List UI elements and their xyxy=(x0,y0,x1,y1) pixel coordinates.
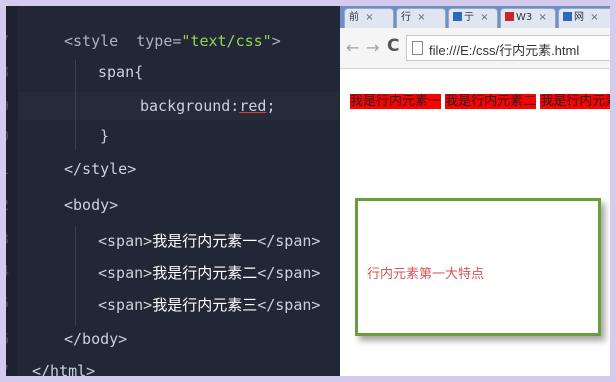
reload-icon[interactable]: C xyxy=(387,36,399,56)
code-line-selector: span{ xyxy=(98,63,144,81)
code-line-declaration: background:red; xyxy=(140,97,275,115)
semicolon-token: ; xyxy=(266,97,276,115)
indent-guide xyxy=(75,226,76,326)
tag-token: <span> xyxy=(98,264,153,282)
inline-span: 我是行内元素二 xyxy=(445,94,537,109)
tab-label: 行 xyxy=(401,12,415,23)
line-number: 0 xyxy=(0,127,10,145)
tag-token: <span> xyxy=(98,232,153,250)
annotation-text: 行内元素第一大特点 xyxy=(367,267,485,282)
address-toolbar: ← → C file:///E:/css/行内元素.html xyxy=(340,28,616,69)
browser-tab[interactable]: 行 × xyxy=(396,8,446,28)
close-icon[interactable]: × xyxy=(538,12,546,23)
w3-favicon-icon xyxy=(505,12,514,21)
tab-label: W3 xyxy=(516,12,536,23)
browser-tab[interactable]: W3 × xyxy=(500,8,556,28)
rendered-spans: 我是行内元素一 我是行内元素二 我是行内元素三 xyxy=(350,90,616,109)
value-token: red xyxy=(239,97,267,115)
line-number: 7 xyxy=(0,362,10,380)
favicon-icon xyxy=(453,12,462,21)
line-number: 4 xyxy=(0,262,10,280)
inline-span: 我是行内元素三 xyxy=(540,94,616,109)
line-number: 9 xyxy=(0,97,10,115)
forward-arrow-icon[interactable]: → xyxy=(366,38,379,57)
url-text: file:///E:/css/行内元素.html xyxy=(429,43,580,58)
browser-tab[interactable]: 网 × xyxy=(558,8,614,28)
line-number: 5 xyxy=(0,294,10,312)
favicon-icon xyxy=(563,12,572,21)
indent-guide xyxy=(75,60,76,150)
browser-tab[interactable]: 亍 × xyxy=(448,8,498,28)
property-token: background: xyxy=(140,97,240,115)
line-number: 7 xyxy=(0,32,10,50)
code-line-brace: } xyxy=(100,127,110,145)
close-icon[interactable]: × xyxy=(365,12,373,23)
line-number: 3 xyxy=(0,230,10,248)
tab-label: 前 xyxy=(349,12,363,23)
browser-window: 前 × 行 × 亍 × W3 × 网 × ← → C file:///E:/cs… xyxy=(340,0,616,382)
tab-bar: 前 × 行 × 亍 × W3 × 网 × xyxy=(340,0,616,28)
code-editor[interactable]: 7 8 9 0 1 2 3 4 5 6 7 <style type="text/… xyxy=(0,0,340,382)
code-line-span-1: <span>我是行内元素一</span> xyxy=(98,230,320,251)
line-number: 8 xyxy=(0,63,10,81)
line-number: 1 xyxy=(0,160,10,178)
tag-token: </span> xyxy=(257,232,321,250)
annotation-box: 行内元素第一大特点 xyxy=(355,198,601,336)
close-icon[interactable]: × xyxy=(480,12,488,23)
line-number-gutter: 7 8 9 0 1 2 3 4 5 6 7 xyxy=(0,0,18,382)
tag-token: <style xyxy=(64,32,119,50)
text-token: 我是行内元素二 xyxy=(152,264,258,282)
tag-token: </span> xyxy=(257,296,321,314)
tag-token: > xyxy=(271,32,281,50)
address-bar[interactable]: file:///E:/css/行内元素.html xyxy=(406,35,616,61)
code-line-span-3: <span>我是行内元素三</span> xyxy=(98,294,320,315)
code-line-html-close: </html> xyxy=(32,362,96,380)
page-icon xyxy=(412,41,423,55)
close-icon[interactable]: × xyxy=(590,12,598,23)
code-line-style-close: </style> xyxy=(64,160,137,178)
attr-value-token: "text/css" xyxy=(181,32,272,50)
tab-label: 网 xyxy=(574,12,588,23)
code-line-body-close: </body> xyxy=(64,330,128,348)
browser-tab[interactable]: 前 × xyxy=(344,8,394,28)
code-line-span-2: <span>我是行内元素二</span> xyxy=(98,262,320,283)
tag-token: <span> xyxy=(98,296,153,314)
inline-span: 我是行内元素一 xyxy=(350,94,442,109)
text-token: 我是行内元素三 xyxy=(152,296,258,314)
close-icon[interactable]: × xyxy=(417,12,425,23)
line-number: 2 xyxy=(0,196,10,214)
tab-label: 亍 xyxy=(464,12,478,23)
line-number: 6 xyxy=(0,330,10,348)
code-line-style-open: <style type="text/css"> xyxy=(64,32,281,50)
code-line-body-open: <body> xyxy=(64,196,119,214)
tag-token: </span> xyxy=(257,264,321,282)
attr-name-token: type= xyxy=(136,32,182,50)
text-token: 我是行内元素一 xyxy=(152,232,258,250)
back-arrow-icon[interactable]: ← xyxy=(346,38,359,57)
